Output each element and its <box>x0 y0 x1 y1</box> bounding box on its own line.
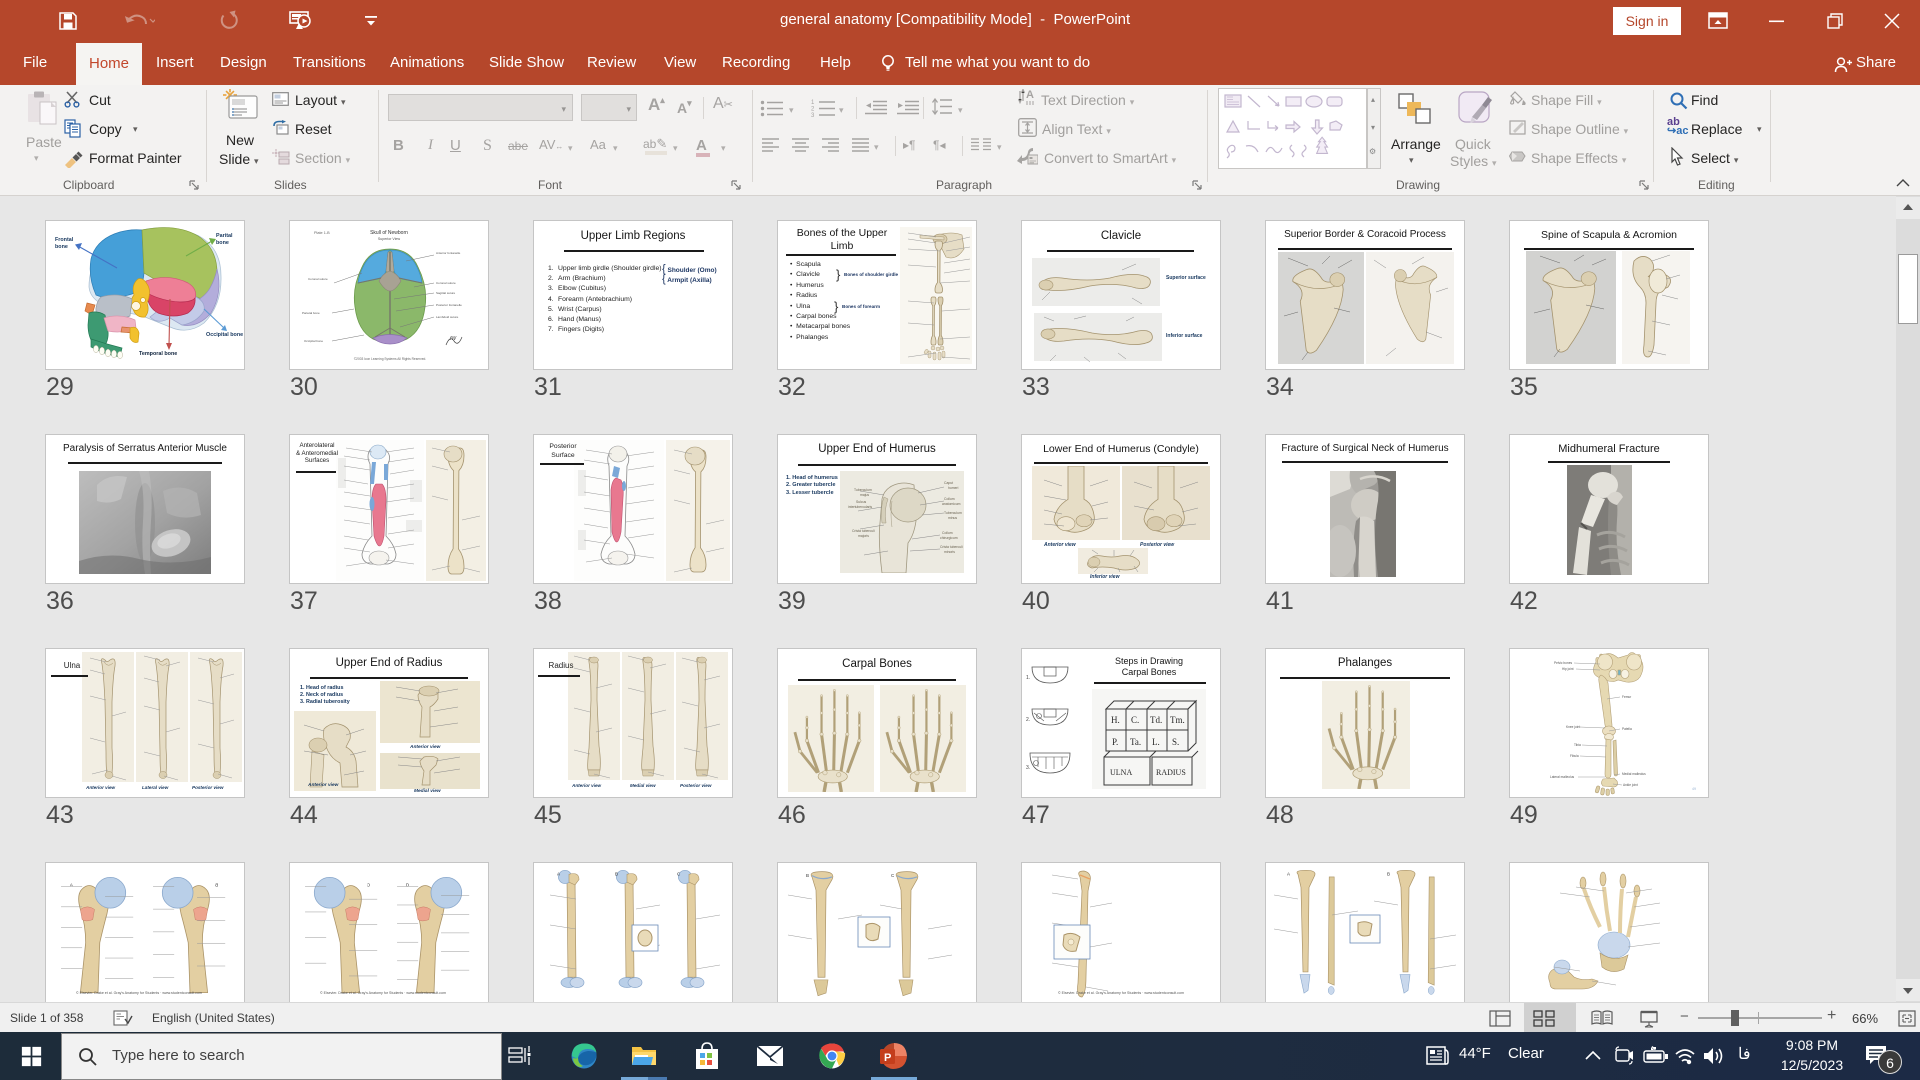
svg-text:Td.: Td. <box>1150 715 1162 725</box>
svg-text:Ta.: Ta. <box>1130 737 1141 747</box>
svg-text:A: A <box>1287 872 1290 877</box>
svg-text:P: P <box>884 1052 891 1064</box>
svg-text:2.: 2. <box>1026 717 1030 723</box>
svg-text:1: 1 <box>811 100 815 106</box>
svg-text:3.: 3. <box>1026 765 1030 771</box>
svg-text:B: B <box>615 872 618 877</box>
svg-text:C.: C. <box>1131 715 1139 725</box>
svg-text:RADIUS: RADIUS <box>1156 768 1186 777</box>
svg-text:A: A <box>1026 89 1034 101</box>
svg-text:1.: 1. <box>1026 675 1030 681</box>
svg-text:C: C <box>891 873 895 878</box>
svg-text:P.: P. <box>1112 737 1118 747</box>
svg-text:L.: L. <box>1152 737 1160 747</box>
svg-text:B: B <box>215 882 218 887</box>
svg-text:B: B <box>806 873 809 878</box>
svg-text:2: 2 <box>811 107 815 113</box>
svg-text:Tm.: Tm. <box>1170 715 1185 725</box>
svg-text:C: C <box>366 882 370 887</box>
svg-text:H.: H. <box>1111 715 1120 725</box>
svg-text:A: A <box>557 872 560 877</box>
svg-text:ULNA: ULNA <box>1110 768 1132 777</box>
svg-text:fW: fW <box>450 336 457 342</box>
svg-text:S.: S. <box>1172 737 1179 747</box>
svg-text:3: 3 <box>811 113 815 118</box>
svg-text:B: B <box>1387 872 1390 877</box>
